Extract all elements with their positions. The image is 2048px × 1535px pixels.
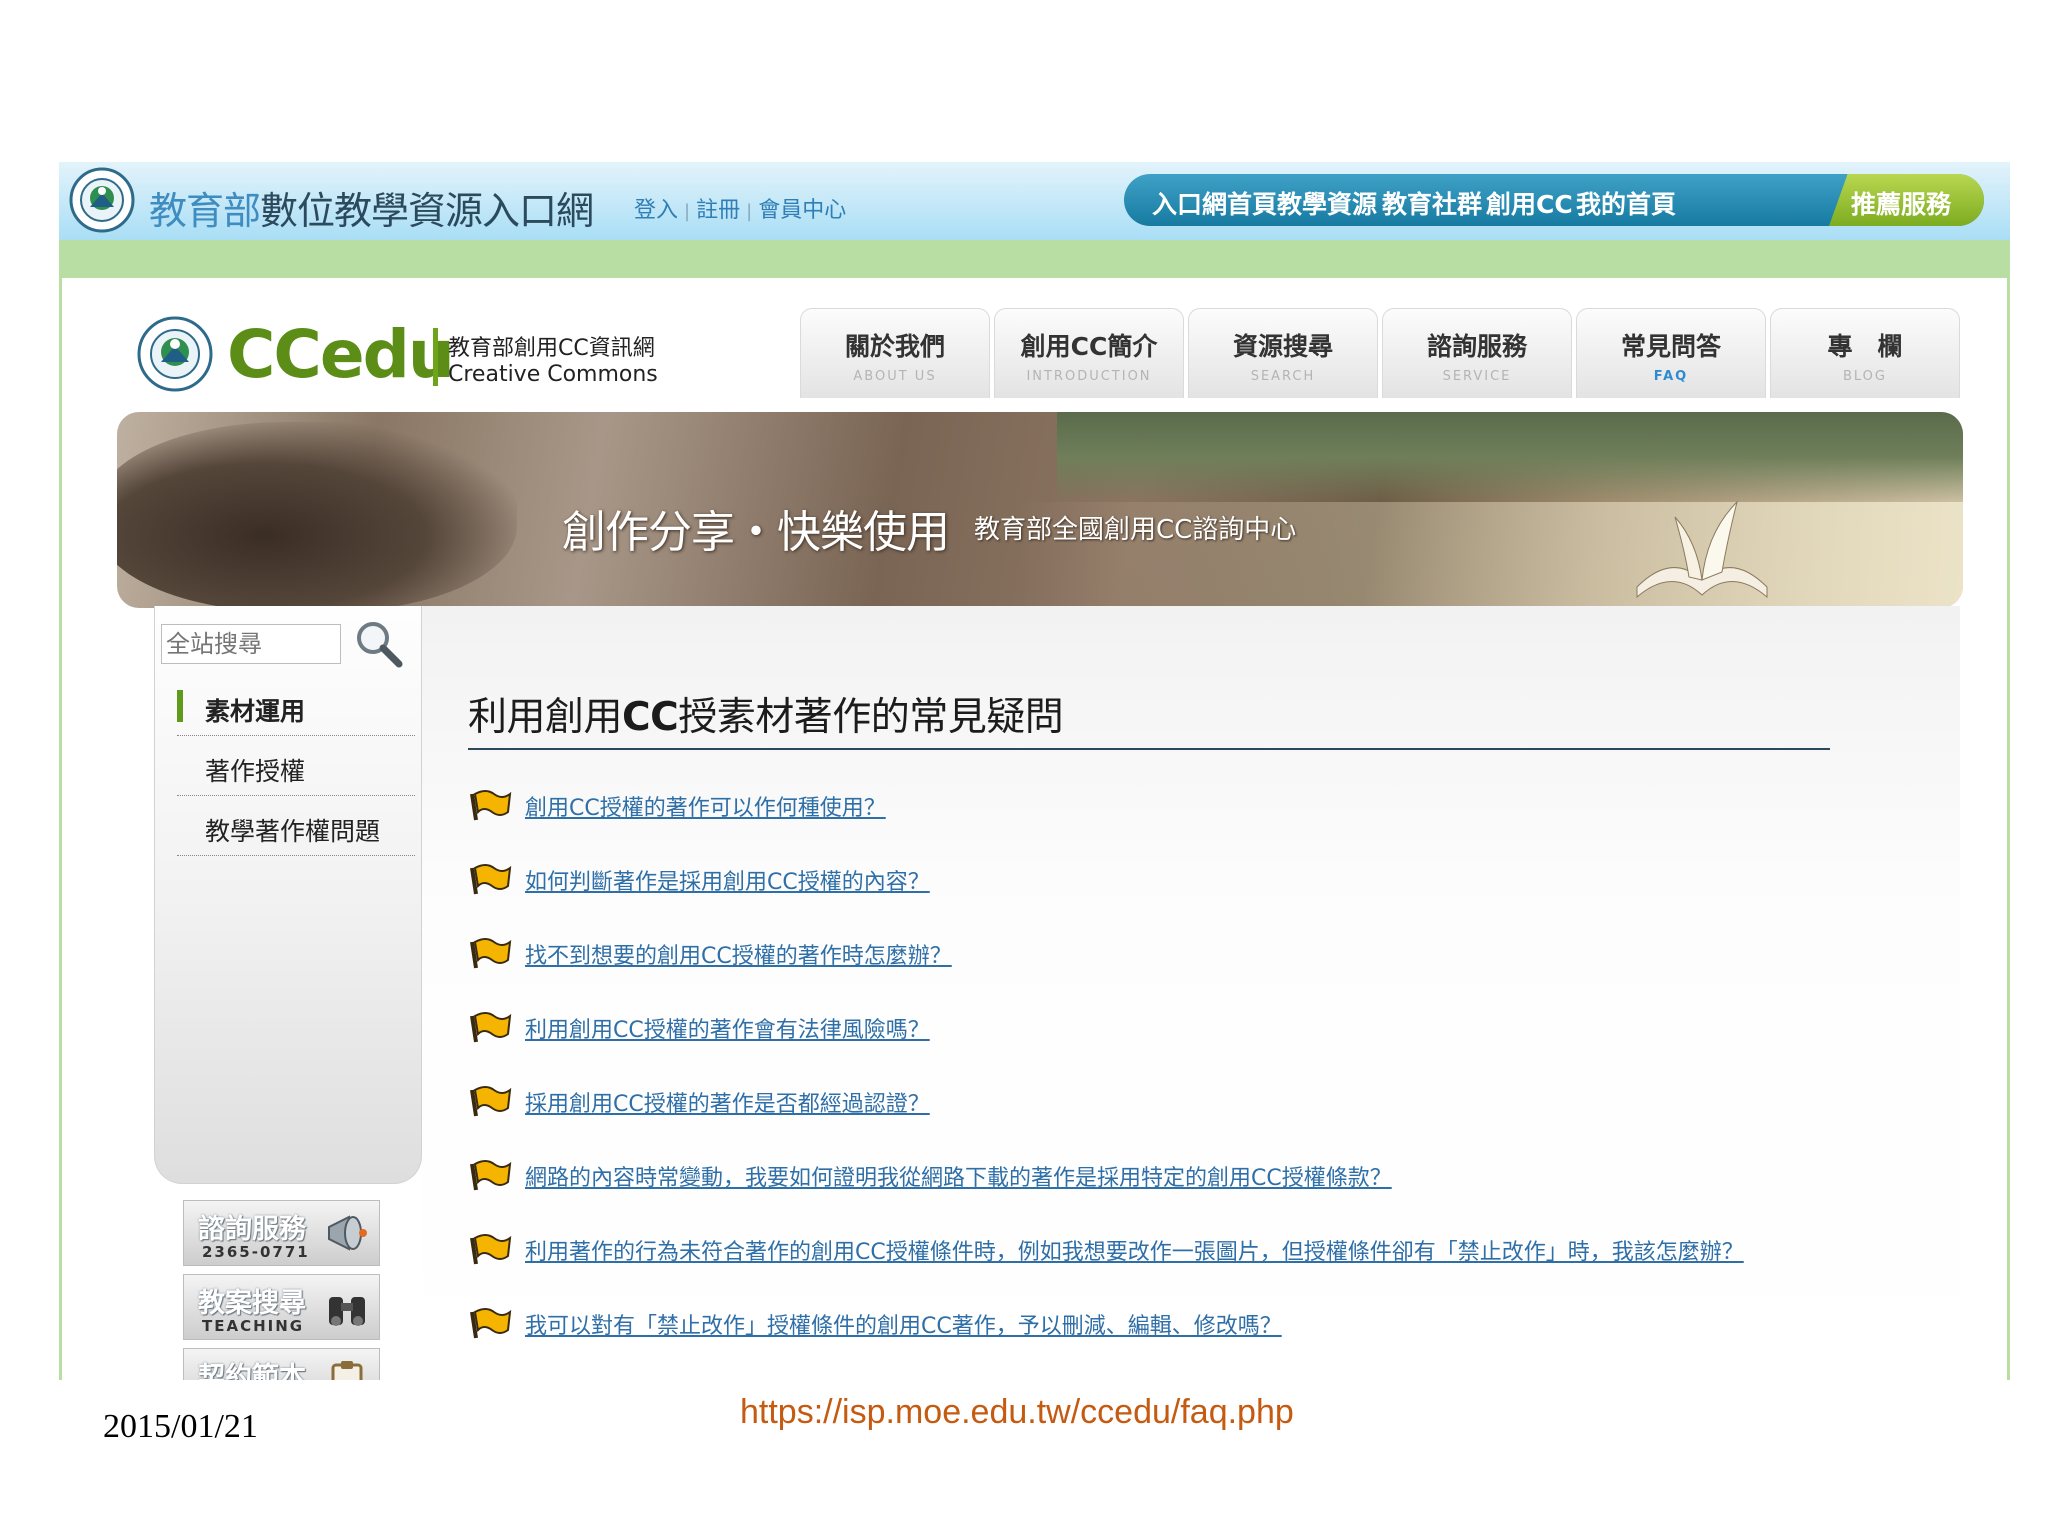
brand-subtitle-line2: Creative Commons xyxy=(448,362,658,387)
tab-faq-sub: FAQ xyxy=(1653,369,1689,384)
sidebar-item-licensing-label: 著作授權 xyxy=(205,757,306,786)
brand-subtitle-line1: 教育部創用CC資訊網 xyxy=(448,336,655,361)
brand-divider xyxy=(433,328,438,386)
consulting-service-button[interactable]: 諮詢服務 2365-0771 xyxy=(183,1200,380,1266)
faq-link[interactable]: 創用CC授權的著作可以作何種使用？ xyxy=(525,790,886,822)
tab-service-sub: SERVICE xyxy=(1442,369,1512,384)
portal-nav-community[interactable]: 教育社群 xyxy=(1382,185,1482,221)
faq-title-cc: CC xyxy=(622,695,679,740)
title-underline xyxy=(468,748,1830,750)
faq-title-post: 授素材著作的常見疑問 xyxy=(678,695,1064,740)
lesson-search-button[interactable]: 教案搜尋 TEACHING xyxy=(183,1274,380,1340)
tab-service-label: 諮詢服務 xyxy=(1426,332,1527,361)
banner-headline: 創作分享・快樂使用 xyxy=(562,507,950,558)
flag-icon xyxy=(470,938,512,969)
banner-subheadline: 教育部全國創用CC諮詢中心 xyxy=(974,515,1297,545)
banner-plants xyxy=(1057,412,1963,502)
tab-search-label: 資源搜尋 xyxy=(1232,332,1333,361)
contract-template-label: 契約範本 xyxy=(198,1362,306,1380)
search-icon[interactable] xyxy=(353,618,405,670)
banner-rock-shadow xyxy=(117,422,517,608)
portal-green-strip xyxy=(59,240,2010,278)
consulting-service-phone: 2365-0771 xyxy=(202,1243,310,1261)
flag-icon xyxy=(470,1234,512,1265)
faq-link[interactable]: 利用著作的行為未符合著作的創用CC授權條件時，例如我想要改作一張圖片，但授權條件… xyxy=(525,1234,1744,1266)
tab-about-label: 關於我們 xyxy=(844,332,945,361)
register-link[interactable]: 註冊 xyxy=(696,198,740,223)
tab-introduction-sub: INTRODUCTION xyxy=(1026,369,1152,384)
tab-search[interactable]: 資源搜尋 SEARCH xyxy=(1188,308,1378,398)
browser-screenshot: 教育部數位教學資源入口網 登入 | 註冊 | 會員中心 入口網首頁 教學資源 教育社群 … xyxy=(59,162,2010,1380)
consulting-service-label: 諮詢服務 xyxy=(198,1214,306,1245)
flag-icon xyxy=(470,1012,512,1043)
faq-link[interactable]: 採用創用CC授權的著作是否都經過認證？ xyxy=(525,1086,930,1118)
portal-nav-home[interactable]: 入口網首頁 xyxy=(1152,185,1277,221)
portal-header: 教育部數位教學資源入口網 登入 | 註冊 | 會員中心 入口網首頁 教學資源 教育社群 … xyxy=(59,162,2010,240)
sidebar-item-teaching-copyright[interactable]: 教學著作權問題 xyxy=(177,798,415,856)
tab-faq-label: 常見問答 xyxy=(1620,332,1721,361)
source-url[interactable]: https://isp.moe.edu.tw/ccedu/faq.php xyxy=(740,1393,1294,1432)
ccedu-brand[interactable]: CCedu xyxy=(227,316,455,393)
portal-nav-creative-commons[interactable]: 創用CC xyxy=(1486,185,1573,221)
portal-title[interactable]: 教育部數位教學資源入口網 xyxy=(149,180,594,235)
ministry-of-education-logo-icon[interactable] xyxy=(69,167,135,233)
tab-about[interactable]: 關於我們 ABOUT US xyxy=(800,308,990,398)
sidebar-item-materials-label: 素材運用 xyxy=(205,697,306,726)
faq-link[interactable]: 如何判斷著作是採用創用CC授權的內容？ xyxy=(525,864,930,896)
sidebar-item-teaching-copyright-label: 教學著作權問題 xyxy=(205,817,381,846)
sidebar-item-materials[interactable]: 素材運用 xyxy=(177,678,415,736)
tab-service[interactable]: 諮詢服務 SERVICE xyxy=(1382,308,1572,398)
portal-title-part1: 教育部 xyxy=(149,189,261,233)
hero-banner: 創作分享・快樂使用 教育部全國創用CC諮詢中心 xyxy=(117,412,1963,608)
member-center-link[interactable]: 會員中心 xyxy=(758,198,846,223)
flag-icon xyxy=(470,864,512,895)
tab-faq[interactable]: 常見問答 FAQ xyxy=(1576,308,1766,398)
flag-icon xyxy=(470,1086,512,1117)
faq-title-pre: 利用創用 xyxy=(468,695,623,740)
recommended-services-label: 推薦服務 xyxy=(1851,190,1952,219)
portal-title-part2: 數位教學資源入口網 xyxy=(260,189,594,233)
account-links: 登入 | 註冊 | 會員中心 xyxy=(634,198,847,223)
ccedu-page: CCedu 教育部創用CC資訊網 Creative Commons 關於我們 A… xyxy=(59,278,2010,1380)
slide-date: 2015/01/21 xyxy=(103,1408,258,1445)
faq-content: 利用創用CC授素材著作的常見疑問 創用CC授權的著作可以作何種使用？ 如何判斷著… xyxy=(422,606,1960,1380)
portal-nav-teaching-resources[interactable]: 教學資源 xyxy=(1277,185,1377,221)
ccedu-seal-icon[interactable] xyxy=(137,316,213,392)
contract-template-button[interactable]: 契約範本 xyxy=(183,1348,380,1380)
tab-blog[interactable]: 專 欄 BLOG xyxy=(1770,308,1960,398)
flag-icon xyxy=(470,790,512,821)
faq-link[interactable]: 網路的內容時常變動，我要如何證明我從網路下載的著作是採用特定的創用CC授權條款？ xyxy=(525,1160,1392,1192)
tab-search-sub: SEARCH xyxy=(1250,369,1316,384)
portal-nav: 入口網首頁 教學資源 教育社群 創用CC 我的首頁 推薦服務 xyxy=(1124,174,1984,226)
clipboard-icon xyxy=(331,1361,363,1380)
site-search-input[interactable] xyxy=(161,624,341,664)
login-link[interactable]: 登入 xyxy=(634,198,678,223)
sidebar-item-licensing[interactable]: 著作授權 xyxy=(177,738,415,796)
tab-about-sub: ABOUT US xyxy=(853,369,937,384)
megaphone-icon xyxy=(328,1215,367,1251)
flag-icon xyxy=(470,1308,512,1339)
faq-page-title: 利用創用CC授素材著作的常見疑問 xyxy=(468,686,1064,742)
lesson-search-sub: TEACHING xyxy=(202,1317,305,1335)
faq-link[interactable]: 我可以對有「禁止改作」授權條件的創用CC著作，予以刪減、編輯、修改嗎？ xyxy=(525,1308,1282,1340)
faq-link[interactable]: 找不到想要的創用CC授權的著作時怎麼辦？ xyxy=(525,938,952,970)
binoculars-icon xyxy=(329,1297,365,1326)
active-marker xyxy=(177,690,183,722)
tab-introduction-label: 創用CC簡介 xyxy=(1020,332,1158,361)
portal-nav-my-home[interactable]: 我的首頁 xyxy=(1576,185,1676,221)
tab-blog-label: 專 欄 xyxy=(1827,332,1903,361)
tab-introduction[interactable]: 創用CC簡介 INTRODUCTION xyxy=(994,308,1184,398)
faq-link[interactable]: 利用創用CC授權的著作會有法律風險嗎？ xyxy=(525,1012,930,1044)
tab-blog-sub: BLOG xyxy=(1842,369,1887,384)
flag-icon xyxy=(470,1160,512,1191)
recommended-services-button[interactable]: 推薦服務 xyxy=(1829,174,1984,226)
sidebar: 素材運用 著作授權 教學著作權問題 xyxy=(154,606,422,1184)
lesson-search-label: 教案搜尋 xyxy=(198,1288,306,1319)
open-book-icon xyxy=(1636,500,1768,599)
